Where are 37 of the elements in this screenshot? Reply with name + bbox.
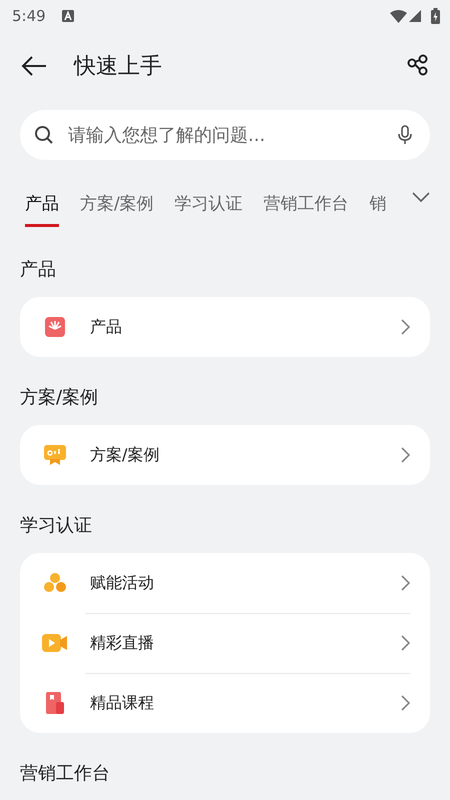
section-heading: 学习认证 [20, 514, 93, 538]
circles-icon [43, 572, 67, 594]
tab[interactable]: 销 [370, 170, 387, 227]
expand-button[interactable] [412, 192, 430, 203]
microphone-icon[interactable] [398, 125, 412, 145]
status-time: 5:49 [12, 7, 46, 25]
tab[interactable]: 学习认证 [174, 170, 243, 227]
menu-item[interactable]: 赋能活动 [20, 553, 430, 613]
search-icon [34, 125, 54, 145]
book-icon [45, 691, 65, 715]
chevron-right-icon [401, 319, 410, 335]
chart-board-icon [44, 444, 66, 466]
video-camera-icon [42, 633, 68, 653]
chevron-right-icon [401, 575, 410, 591]
search-input[interactable]: 请输入您想了解的问题... [66, 124, 398, 146]
chevron-right-icon [401, 447, 410, 463]
signal-icon [409, 10, 421, 22]
tab[interactable]: 方案/案例 [80, 170, 154, 227]
page-title: 快速上手 [74, 53, 163, 81]
search-field[interactable]: 请输入您想了解的问题... [20, 110, 430, 160]
notification-icon [62, 10, 74, 22]
tab[interactable]: 营销工作台 [264, 170, 349, 227]
chevron-right-icon [401, 695, 410, 711]
wifi-icon [390, 10, 407, 22]
battery-icon [431, 8, 440, 24]
flower-icon [45, 316, 65, 338]
menu-item[interactable]: 产品 [20, 297, 430, 357]
menu-item[interactable]: 精彩直播 [20, 613, 430, 673]
menu-item[interactable]: 方案/案例 [20, 425, 430, 485]
section-heading: 产品 [20, 258, 57, 282]
section-heading: 营销工作台 [20, 762, 111, 786]
back-button[interactable] [20, 55, 48, 77]
tab[interactable]: 产品 [25, 170, 59, 227]
chevron-right-icon [401, 635, 410, 651]
section-heading: 方案/案例 [20, 386, 100, 410]
menu-item[interactable]: 精品课程 [20, 673, 430, 733]
share-button[interactable] [406, 54, 430, 78]
